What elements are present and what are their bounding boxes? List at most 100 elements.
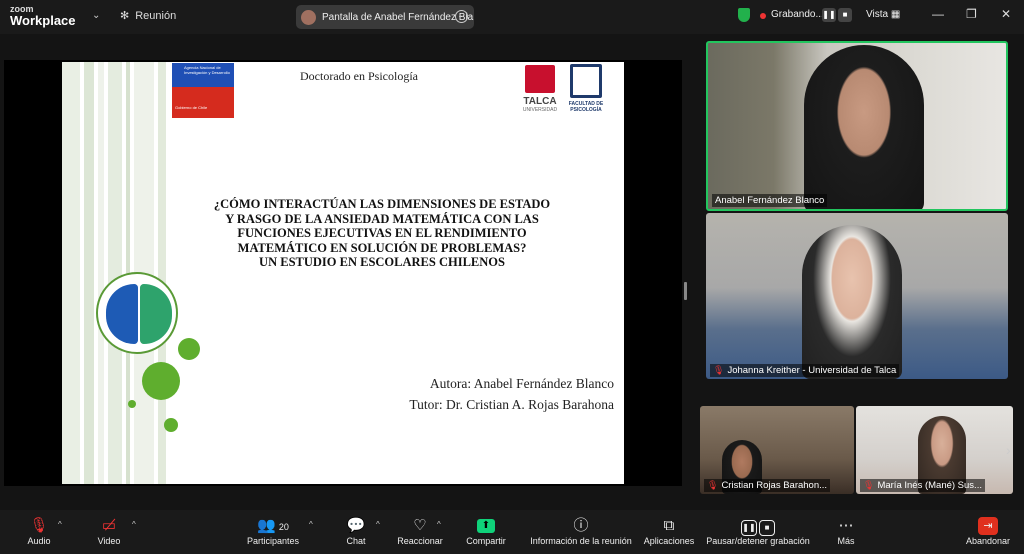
chat-icon: 💬	[346, 517, 366, 534]
close-icon[interactable]: ✕	[1001, 7, 1011, 21]
participants-icon: 👥 20	[257, 517, 289, 534]
participant-video	[804, 45, 924, 209]
apps-label: Aplicaciones	[643, 536, 695, 546]
share-screen-button[interactable]: ⬆ Compartir	[464, 516, 508, 546]
chevron-up-icon[interactable]: ^	[132, 520, 136, 529]
title-line: Y RASGO DE LA ANSIEDAD MATEMÁTICA CON LA…	[225, 211, 539, 226]
record-control-button[interactable]: ❚❚ ■ Pausar/detener grabación	[705, 516, 811, 546]
video-tile-maria[interactable]: 🎙 María Inés (Mané) Sus...	[856, 406, 1013, 494]
shield-icon[interactable]	[738, 8, 750, 22]
decor-circle	[178, 338, 200, 360]
info-icon: ⓘ	[573, 517, 589, 534]
author-line: Autora: Anabel Fernández Blanco	[429, 376, 614, 391]
more-icon: ⋯	[838, 517, 854, 534]
title-line: ¿CÓMO INTERACTÚAN LAS DIMENSIONES DE EST…	[213, 197, 551, 211]
audio-button[interactable]: 🎙 Audio	[24, 516, 54, 546]
react-label: Reaccionar	[397, 536, 443, 546]
talca-text: TALCA	[523, 96, 557, 107]
camera-off-icon: ▭̸	[101, 517, 117, 534]
meeting-icon: ✻	[120, 10, 130, 22]
share-arrow-icon: ⬆	[477, 519, 495, 533]
recording-label: Grabando...	[771, 9, 824, 20]
participant-name: Anabel Fernández Blanco	[712, 194, 828, 207]
slide-stripe	[84, 62, 94, 484]
slide-stripe	[98, 62, 104, 484]
slide-header: Doctorado en Psicología	[300, 69, 418, 83]
top-bar: zoom Workplace ⌄ ✻ Reunión Pantalla de A…	[0, 0, 1024, 34]
slide-authors: Autora: Anabel Fernández Blanco Tutor: D…	[409, 373, 614, 415]
decor-circle	[128, 400, 136, 408]
psychology-faculty-logo: FACULTAD DE PSICOLOGÍA	[568, 64, 604, 122]
anid-text: Agencia Nacional de Investigación y Desa…	[184, 65, 230, 75]
video-label: Video	[97, 536, 121, 546]
more-label: Más	[837, 536, 855, 546]
talca-sub: UNIVERSIDAD	[522, 107, 558, 113]
title-line: UN ESTUDIO EN ESCOLARES CHILENOS	[259, 255, 505, 269]
mic-off-icon: 🎙	[863, 480, 875, 490]
more-icon[interactable]: ...	[455, 10, 468, 23]
chevron-up-icon[interactable]: ^	[437, 520, 441, 529]
title-line: FUNCIONES EJECUTIVAS EN EL RENDIMIENTO	[237, 226, 527, 240]
participant-video	[802, 225, 902, 379]
stop-recording-button[interactable]: ■	[838, 8, 852, 22]
decor-circle	[164, 418, 178, 432]
video-tile-anabel[interactable]: Anabel Fernández Blanco	[706, 41, 1008, 211]
bottom-toolbar: 🎙 Audio ^ ▭̸ Video ^ 👥 20 Participantes ^…	[0, 510, 1024, 554]
meeting-info-button[interactable]: ⓘ Información de la reunión	[528, 516, 634, 546]
chevron-right-icon[interactable]: ›	[1006, 442, 1011, 458]
video-tile-cristian[interactable]: 🎙 Cristian Rojas Barahon...	[700, 406, 854, 494]
presentation-slide: Agencia Nacional de Investigación y Desa…	[62, 62, 624, 484]
panel-resize-handle[interactable]	[684, 282, 687, 300]
participant-name: Johanna Kreither - Universidad de Talca	[727, 365, 897, 376]
info-label: Información de la reunión	[530, 536, 632, 546]
minimize-icon[interactable]: —	[932, 7, 944, 21]
video-button[interactable]: ▭̸ Video	[94, 516, 124, 546]
share-label: Pantalla de Anabel Fernández Bla	[322, 11, 474, 23]
mic-off-icon: 🎙	[713, 365, 725, 375]
screen-share-indicator[interactable]: Pantalla de Anabel Fernández Bla ...	[296, 5, 474, 29]
chevron-up-icon[interactable]: ^	[376, 520, 380, 529]
anid-sub: Gobierno de Chile	[175, 105, 208, 110]
mic-off-icon: 🎙	[707, 480, 719, 490]
participants-label: Participantes	[246, 536, 300, 546]
chat-label: Chat	[346, 536, 366, 546]
view-label: Vista	[866, 9, 889, 20]
view-button[interactable]: Vista ▦	[866, 9, 900, 20]
leave-button[interactable]: ⇥ Abandonar	[964, 516, 1012, 546]
participant-name: María Inés (Mané) Sus...	[877, 480, 982, 491]
participants-button[interactable]: 👥 20 Participantes	[246, 516, 300, 546]
chat-button[interactable]: 💬 Chat	[342, 516, 370, 546]
talca-mark	[525, 65, 555, 93]
talca-logo: TALCA UNIVERSIDAD	[518, 65, 562, 120]
video-tile-johanna[interactable]: 🎙 Johanna Kreither - Universidad de Talca	[706, 213, 1008, 379]
grid-view-icon: ▦	[890, 9, 901, 20]
decor-circle	[142, 362, 180, 400]
title-line: MATEMÁTICO EN SOLUCIÓN DE PROBLEMAS?	[237, 240, 527, 255]
more-button[interactable]: ⋯ Más	[834, 516, 858, 546]
record-dot-icon	[760, 13, 766, 19]
participant-name-row: 🎙 Johanna Kreither - Universidad de Talca	[710, 364, 900, 377]
record-label: Pausar/detener grabación	[706, 536, 810, 546]
chevron-up-icon[interactable]: ^	[309, 520, 313, 529]
zoom-logo: zoom Workplace	[10, 4, 76, 28]
apps-button[interactable]: ⧉ Aplicaciones	[642, 516, 696, 546]
meeting-menu[interactable]: ✻ Reunión	[120, 9, 177, 23]
chevron-down-icon[interactable]: ⌄	[92, 10, 100, 21]
participant-name-row: 🎙 María Inés (Mané) Sus...	[860, 479, 985, 492]
chevron-up-icon[interactable]: ^	[58, 520, 62, 529]
psico-text: FACULTAD DE PSICOLOGÍA	[568, 101, 604, 113]
participant-name-row: 🎙 Cristian Rojas Barahon...	[704, 479, 831, 492]
logo-line2: Workplace	[10, 13, 76, 28]
avatar	[301, 9, 316, 25]
meeting-label: Reunión	[135, 9, 177, 22]
share-label: Compartir	[466, 536, 506, 546]
leave-label: Abandonar	[965, 536, 1011, 546]
apps-icon: ⧉	[663, 517, 675, 534]
leave-icon: ⇥	[978, 517, 998, 535]
brain-circuit-icon	[96, 272, 178, 354]
mic-muted-icon: 🎙	[29, 517, 49, 534]
participant-name: Cristian Rojas Barahon...	[721, 480, 828, 491]
psico-mark	[570, 64, 602, 98]
restore-icon[interactable]: ❐	[966, 7, 977, 21]
pause-recording-button[interactable]: ❚❚	[822, 8, 836, 22]
